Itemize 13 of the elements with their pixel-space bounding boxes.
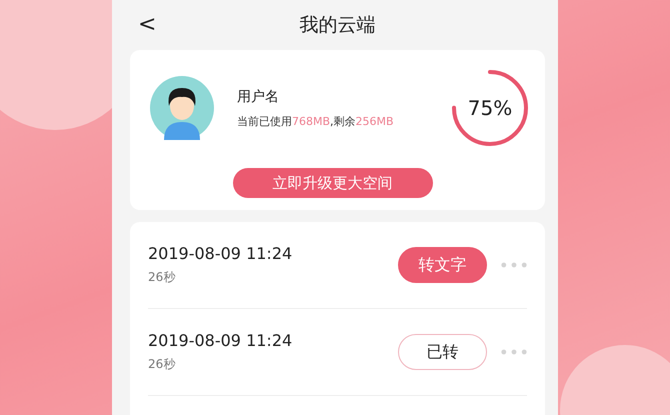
- record-duration: 26秒: [148, 356, 176, 373]
- storage-text: 当前已使用768MB,剩余256MB: [237, 114, 395, 128]
- record-datetime: 2019-08-09 11:24: [148, 244, 294, 263]
- usage-percent: 75%: [468, 96, 512, 120]
- more-icon[interactable]: [501, 349, 527, 355]
- username: 用户名: [237, 88, 280, 106]
- record-datetime: 2019-08-09 11:24: [148, 331, 294, 350]
- record-duration: 26秒: [148, 269, 176, 286]
- more-icon[interactable]: [501, 262, 527, 268]
- converted-button[interactable]: 已转: [398, 334, 487, 370]
- page-title: 我的云端: [300, 13, 376, 38]
- back-button[interactable]: <: [138, 12, 156, 37]
- avatar-icon: [150, 76, 214, 140]
